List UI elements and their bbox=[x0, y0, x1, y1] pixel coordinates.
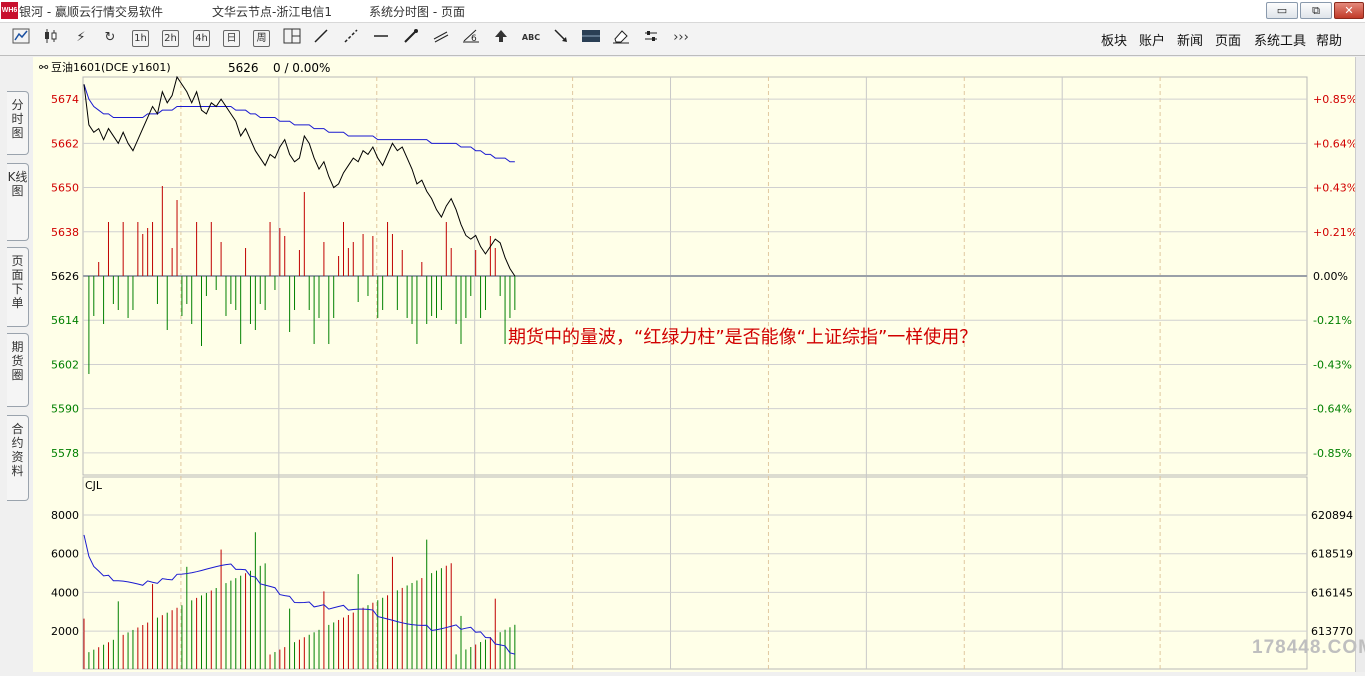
price-tick: 5674 bbox=[51, 93, 79, 106]
price-tick: 5578 bbox=[51, 447, 79, 460]
draw-line-icon[interactable] bbox=[311, 28, 331, 48]
tab-futures-circle[interactable]: 期货圈 bbox=[7, 333, 29, 407]
price-tick: 5614 bbox=[51, 314, 79, 327]
close-icon: ✕ bbox=[1344, 4, 1354, 17]
minimize-icon: ▭ bbox=[1276, 4, 1288, 17]
menu-page[interactable]: 页面 bbox=[1215, 30, 1241, 49]
open-interest-tick: 618519 bbox=[1311, 548, 1353, 561]
volume-tick: 8000 bbox=[51, 509, 79, 522]
open-interest-tick: 620894 bbox=[1311, 509, 1353, 522]
menu-help[interactable]: 帮助 bbox=[1316, 30, 1342, 49]
tab-contract-info[interactable]: 合约资料 bbox=[7, 415, 29, 501]
symbol-label: 豆油1601(DCE y1601) bbox=[51, 60, 171, 74]
percent-tick: -0.85% bbox=[1313, 447, 1352, 460]
eraser-icon[interactable] bbox=[611, 28, 631, 48]
open-interest-tick: 616145 bbox=[1311, 586, 1353, 599]
vertical-scrollbar[interactable] bbox=[1355, 57, 1365, 672]
tab-intraday-chart[interactable]: 分时图 bbox=[7, 91, 29, 155]
last-price: 5626 bbox=[228, 61, 259, 75]
close-button[interactable]: ✕ bbox=[1334, 2, 1364, 19]
percent-tick: -0.64% bbox=[1313, 403, 1352, 416]
menu-system-tools[interactable]: 系统工具 bbox=[1254, 30, 1306, 49]
percent-tick: +0.64% bbox=[1313, 137, 1355, 150]
horizontal-line-icon[interactable] bbox=[371, 28, 391, 48]
intraday-chart[interactable]: 5674 +0.85% 5662 +0.64% 5650 +0.43% 5638 +0.21%… bbox=[33, 57, 1357, 672]
open-interest-line bbox=[83, 534, 515, 655]
volume-indicator-label: CJL bbox=[85, 479, 103, 492]
price-change: 0 / 0.00% bbox=[273, 61, 330, 75]
tab-kline-chart[interactable]: K线图 bbox=[7, 163, 29, 241]
period-1h-button[interactable]: 1h bbox=[132, 30, 149, 47]
line-chart-icon[interactable] bbox=[11, 28, 31, 48]
percent-tick: 0.00% bbox=[1313, 270, 1348, 283]
menu-news[interactable]: 新闻 bbox=[1177, 30, 1203, 49]
app-logo-icon: WH6 bbox=[1, 2, 18, 19]
period-2h-button[interactable]: 2h bbox=[162, 30, 179, 47]
candlestick-icon[interactable] bbox=[41, 28, 61, 48]
restore-icon: ⧉ bbox=[1312, 4, 1320, 17]
draw-ray-icon[interactable] bbox=[341, 28, 361, 48]
price-tick: 5650 bbox=[51, 182, 79, 195]
menu-account[interactable]: 账户 bbox=[1139, 30, 1165, 49]
linked-icon: ⚯ bbox=[39, 61, 49, 74]
price-tick: 5626 bbox=[51, 270, 79, 283]
tab-order-entry[interactable]: 页面下单 bbox=[7, 247, 29, 327]
annotation-text: 期货中的量波，“红绿力柱”是否能像“上证综指”一样使用？ bbox=[508, 327, 977, 348]
window-title-node: 文华云节点-浙江电信1 bbox=[212, 5, 332, 19]
percent-tick: +0.43% bbox=[1313, 182, 1355, 195]
period-day-button[interactable]: 日 bbox=[223, 30, 240, 47]
title-bar: WH6 银河 - 赢顺云行情交易软件 文华云节点-浙江电信1 系统分时图 - 页… bbox=[0, 0, 1365, 23]
layout-split-icon[interactable] bbox=[282, 28, 302, 48]
up-arrow-icon[interactable] bbox=[491, 28, 511, 48]
price-tick: 5590 bbox=[51, 403, 79, 416]
minimize-button[interactable]: ▭ bbox=[1266, 2, 1298, 19]
percent-tick: -0.21% bbox=[1313, 314, 1352, 327]
toolbar: ⚡ ↻ 1h 2h 4h 日 周 6 ABC ››› 板块 账户 新闻 页面 系… bbox=[0, 23, 1365, 56]
window-title-page: 系统分时图 - 页面 bbox=[369, 5, 465, 19]
chart-area[interactable]: 5674 +0.85% 5662 +0.64% 5650 +0.43% 5638 +0.21%… bbox=[33, 57, 1365, 672]
arrow-line-icon[interactable] bbox=[401, 28, 421, 48]
adjust-icon[interactable] bbox=[641, 28, 661, 48]
period-4h-button[interactable]: 4h bbox=[193, 30, 210, 47]
fibonacci-icon[interactable]: 6 bbox=[461, 28, 481, 48]
average-price-line bbox=[83, 84, 515, 163]
window-title-app: 银河 - 赢顺云行情交易软件 bbox=[19, 5, 163, 19]
volume-tick: 4000 bbox=[51, 586, 79, 599]
fill-block-icon[interactable] bbox=[581, 28, 601, 48]
refresh-icon[interactable]: ↻ bbox=[100, 28, 120, 48]
volume-panel-frame bbox=[82, 476, 1308, 670]
parallel-lines-icon[interactable] bbox=[431, 28, 451, 48]
volume-tick: 6000 bbox=[51, 548, 79, 561]
diagonal-arrow-icon[interactable] bbox=[551, 28, 571, 48]
menu-sector[interactable]: 板块 bbox=[1101, 30, 1127, 49]
percent-tick: -0.43% bbox=[1313, 358, 1352, 371]
more-tools-button[interactable]: ››› bbox=[671, 28, 691, 48]
percent-tick: +0.85% bbox=[1313, 93, 1355, 106]
lightning-icon[interactable]: ⚡ bbox=[71, 28, 91, 48]
price-tick: 5662 bbox=[51, 137, 79, 150]
watermark: 178448.COM bbox=[1252, 637, 1365, 658]
text-tool-icon[interactable]: ABC bbox=[521, 28, 541, 48]
price-line bbox=[83, 75, 516, 277]
price-tick: 5638 bbox=[51, 226, 79, 239]
volume-tick: 2000 bbox=[51, 625, 79, 638]
side-tab-bar: 分时图 K线图 页面下单 期货圈 合约资料 bbox=[0, 57, 33, 672]
restore-button[interactable]: ⧉ bbox=[1300, 2, 1332, 19]
percent-tick: +0.21% bbox=[1313, 226, 1355, 239]
period-week-button[interactable]: 周 bbox=[253, 30, 270, 47]
svg-text:6: 6 bbox=[471, 34, 477, 44]
price-tick: 5602 bbox=[51, 358, 79, 371]
